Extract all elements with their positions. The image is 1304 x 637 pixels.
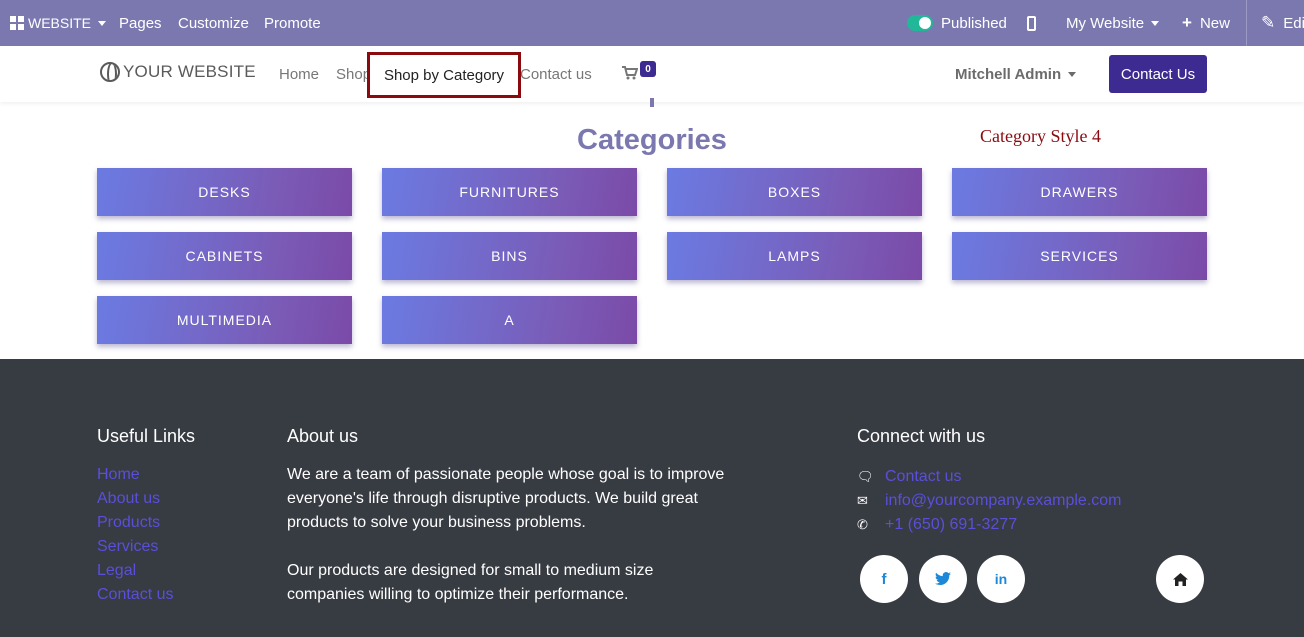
footer-link-home[interactable]: Home: [97, 465, 173, 489]
promote-label: Promote: [264, 14, 321, 32]
category-button-drawers[interactable]: DRAWERS: [952, 168, 1207, 216]
about-paragraph-1: We are a team of passionate people whose…: [287, 466, 725, 531]
connect-email-text: info@yourcompany.example.com: [885, 492, 1122, 509]
user-name: Mitchell Admin: [955, 65, 1062, 83]
new-label: New: [1199, 14, 1230, 32]
facebook-icon[interactable]: f: [860, 555, 908, 603]
customize-label: Customize: [178, 14, 249, 32]
category-button-bins[interactable]: BINS: [382, 232, 637, 280]
footer-link-legal[interactable]: Legal: [97, 561, 173, 585]
published-label: Published: [941, 14, 1007, 32]
logo-text: YOUR WEBSITE: [123, 62, 256, 81]
site-header: YOUR WEBSITE Home Shop Contact us Shop b…: [0, 46, 1304, 102]
customize-menu[interactable]: Customize: [178, 0, 249, 46]
nav-shop[interactable]: Shop: [336, 46, 371, 102]
website-menu-label: WEBSITE: [28, 15, 92, 31]
connect-list: 🗨 Contact us ✉ info@yourcompany.example.…: [857, 465, 1122, 537]
toggle-switch-icon: [907, 15, 933, 31]
connect-contact-link[interactable]: 🗨 Contact us: [857, 465, 1122, 489]
category-button-desks[interactable]: DESKS: [97, 168, 352, 216]
mobile-phone-icon: [1027, 15, 1036, 31]
category-grid: DESKS FURNITURES BOXES DRAWERS CABINETS …: [97, 168, 1207, 344]
nav-home[interactable]: Home: [279, 46, 319, 102]
website-menu[interactable]: WEBSITE: [10, 0, 107, 46]
page-title: Categories: [577, 124, 727, 156]
category-button-cabinets[interactable]: CABINETS: [97, 232, 352, 280]
category-button-a[interactable]: A: [382, 296, 637, 344]
contact-us-button[interactable]: Contact Us: [1109, 55, 1207, 93]
new-button[interactable]: + New: [1182, 0, 1230, 46]
footer-link-contact-us[interactable]: Contact us: [97, 585, 173, 609]
pencil-icon: ✎: [1261, 13, 1276, 32]
style-annotation: Category Style 4: [980, 126, 1101, 146]
category-button-furnitures[interactable]: FURNITURES: [382, 168, 637, 216]
connect-phone-text: +1 (650) 691-3277: [885, 516, 1018, 533]
published-toggle[interactable]: Published: [907, 0, 1007, 46]
category-button-multimedia[interactable]: MULTIMEDIA: [97, 296, 352, 344]
footer-link-services[interactable]: Services: [97, 537, 173, 561]
my-website-menu[interactable]: My Website: [1066, 0, 1160, 46]
category-button-boxes[interactable]: BOXES: [667, 168, 922, 216]
edit-button[interactable]: ✎ Edit: [1246, 0, 1304, 46]
connect-email-link[interactable]: ✉ info@yourcompany.example.com: [857, 489, 1122, 513]
comment-icon: 🗨: [857, 469, 874, 484]
cart-count-badge: 0: [640, 61, 656, 77]
phone-icon: ✆: [857, 517, 868, 532]
promote-menu[interactable]: Promote: [264, 0, 321, 46]
useful-links-list: Home About us Products Services Legal Co…: [97, 465, 173, 609]
pages-label: Pages: [119, 14, 162, 32]
site-footer: Useful Links Home About us Products Serv…: [0, 359, 1304, 637]
footer-link-products[interactable]: Products: [97, 513, 173, 537]
mobile-preview-button[interactable]: [1027, 0, 1036, 46]
useful-links-title: Useful Links: [97, 426, 196, 446]
chevron-down-icon: [98, 20, 107, 26]
nav-contact-us[interactable]: Contact us: [520, 46, 592, 102]
footer-link-about-us[interactable]: About us: [97, 489, 173, 513]
home-icon[interactable]: [1156, 555, 1204, 603]
edit-label: Edit: [1283, 14, 1304, 32]
user-menu[interactable]: Mitchell Admin: [955, 46, 1077, 102]
pages-menu[interactable]: Pages: [119, 0, 162, 46]
nav-shop-by-category[interactable]: Shop by Category: [367, 52, 521, 98]
envelope-icon: ✉: [857, 493, 868, 508]
globe-icon: [100, 62, 120, 82]
admin-bar: WEBSITE Pages Customize Promote Publishe…: [0, 0, 1304, 46]
connect-contact-text: Contact us: [885, 468, 962, 485]
linkedin-icon[interactable]: in: [977, 555, 1025, 603]
category-button-services[interactable]: SERVICES: [952, 232, 1207, 280]
twitter-icon[interactable]: [919, 555, 967, 603]
about-us-title: About us: [287, 426, 359, 446]
site-logo[interactable]: YOUR WEBSITE: [100, 62, 256, 82]
about-paragraph-2: Our products are designed for small to m…: [287, 562, 654, 603]
apps-grid-icon: [10, 16, 24, 30]
category-button-lamps[interactable]: LAMPS: [667, 232, 922, 280]
plus-icon: +: [1182, 13, 1192, 32]
shopping-cart-icon[interactable]: [622, 66, 638, 80]
divider-mark: [650, 98, 654, 107]
connect-title: Connect with us: [857, 426, 986, 446]
my-website-label: My Website: [1066, 14, 1145, 32]
chevron-down-icon: [1068, 71, 1077, 77]
chevron-down-icon: [1151, 20, 1160, 26]
connect-phone-link[interactable]: ✆ +1 (650) 691-3277: [857, 513, 1122, 537]
